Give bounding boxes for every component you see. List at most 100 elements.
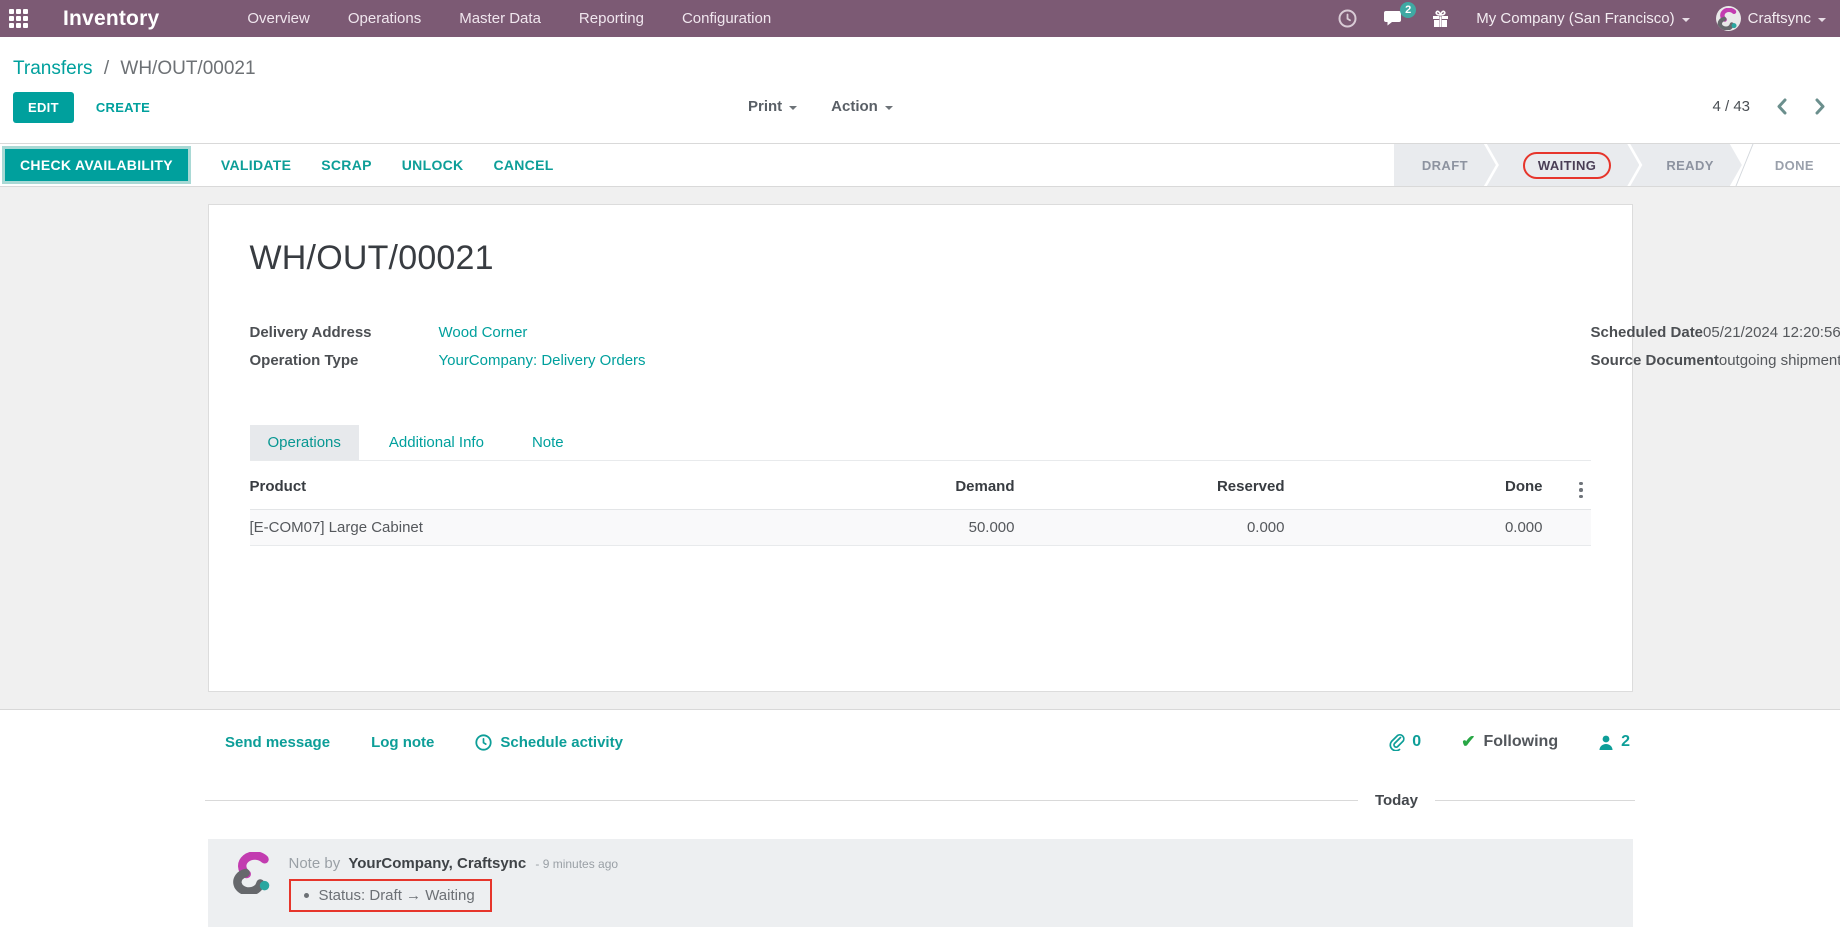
create-button[interactable]: CREATE bbox=[96, 100, 150, 115]
validate-button[interactable]: VALIDATE bbox=[221, 157, 291, 173]
field-groups: Delivery Address Wood Corner Operation T… bbox=[249, 324, 1840, 369]
messages-count-badge: 2 bbox=[1400, 2, 1417, 18]
cell-done[interactable]: 0.000 bbox=[1286, 509, 1545, 546]
message-avatar bbox=[232, 851, 274, 896]
attachments-button[interactable]: 0 bbox=[1388, 733, 1421, 751]
cell-product[interactable]: [E-COM07] Large Cabinet bbox=[249, 509, 787, 546]
check-availability-button[interactable]: CHECK AVAILABILITY bbox=[2, 146, 191, 184]
bullet-icon bbox=[303, 893, 309, 898]
status-stages: DRAFT WAITING READY DONE bbox=[1394, 144, 1840, 186]
tracking-message: Status: Draft → Waiting bbox=[318, 887, 475, 904]
cancel-button[interactable]: CANCEL bbox=[493, 157, 553, 173]
breadcrumb-current: WH/OUT/00021 bbox=[120, 58, 256, 79]
edit-button[interactable]: EDIT bbox=[13, 92, 74, 123]
log-note-button[interactable]: Log note bbox=[371, 734, 434, 751]
operations-table: Product Demand Reserved Done [E-COM07] L… bbox=[249, 463, 1591, 546]
source-document-value: outgoing shipment bbox=[1718, 352, 1840, 369]
column-done: Done bbox=[1286, 463, 1545, 510]
messages-icon[interactable]: 2 bbox=[1383, 2, 1417, 28]
pager-next-icon[interactable] bbox=[1815, 98, 1826, 115]
pager-count: 4 / 43 bbox=[1712, 98, 1750, 115]
scheduled-date-value: 05/21/2024 12:20:56 bbox=[1703, 324, 1840, 341]
stage-waiting-highlight: WAITING bbox=[1523, 152, 1611, 179]
clock-icon bbox=[475, 733, 492, 751]
stage-draft[interactable]: DRAFT bbox=[1394, 144, 1496, 186]
chevron-down-icon bbox=[884, 105, 893, 110]
stage-done[interactable]: DONE bbox=[1744, 144, 1840, 186]
person-icon bbox=[1599, 735, 1613, 750]
stage-waiting[interactable]: WAITING bbox=[1487, 144, 1639, 186]
action-label: Action bbox=[831, 98, 878, 115]
status-tracking-highlight: Status: Draft → Waiting bbox=[288, 879, 492, 912]
control-panel: EDIT CREATE Print Action 4 / 43 bbox=[0, 89, 1840, 137]
cell-demand[interactable]: 50.000 bbox=[786, 509, 1017, 546]
document-title: WH/OUT/00021 bbox=[249, 239, 494, 277]
user-menu[interactable]: Craftsync bbox=[1715, 6, 1826, 31]
operation-type-value[interactable]: YourCompany: Delivery Orders bbox=[439, 352, 646, 369]
optional-columns-icon[interactable] bbox=[1573, 480, 1589, 501]
operation-type-label: Operation Type bbox=[249, 352, 359, 369]
column-demand: Demand bbox=[786, 463, 1017, 510]
source-document-label: Source Document bbox=[1590, 352, 1719, 369]
chevron-down-icon bbox=[789, 105, 798, 110]
message-prefix: Note by bbox=[288, 855, 341, 872]
tab-operations[interactable]: Operations bbox=[249, 425, 359, 460]
notebook-tabs: Operations Additional Info Note bbox=[249, 425, 1591, 461]
company-switcher[interactable]: My Company (San Francisco) bbox=[1476, 10, 1690, 27]
top-right-tools: 2 My Company (San Francisco) Craftsync bbox=[1338, 2, 1840, 31]
inventory-transfer-page: Inventory Overview Operations Master Dat… bbox=[0, 0, 1840, 935]
chatter-divider bbox=[0, 709, 1840, 710]
pager-previous-icon[interactable] bbox=[1776, 98, 1787, 115]
delivery-address-value[interactable]: Wood Corner bbox=[439, 324, 528, 341]
stage-ready[interactable]: READY bbox=[1630, 144, 1742, 186]
menu-overview[interactable]: Overview bbox=[247, 10, 310, 27]
paperclip-icon bbox=[1389, 734, 1405, 751]
message-author: YourCompany, Craftsync bbox=[348, 855, 527, 872]
following-label: Following bbox=[1483, 733, 1559, 750]
activities-clock-icon[interactable] bbox=[1338, 9, 1357, 28]
column-reserved: Reserved bbox=[1016, 463, 1287, 510]
gift-icon[interactable] bbox=[1431, 9, 1450, 28]
chatter-message: Note by YourCompany, Craftsync - 9 minut… bbox=[207, 839, 1633, 927]
send-message-button[interactable]: Send message bbox=[225, 734, 330, 751]
form-content-area: WH/OUT/00021 Delivery Address Wood Corne… bbox=[0, 187, 1840, 709]
message-timestamp: - 9 minutes ago bbox=[535, 857, 619, 871]
company-name: My Company (San Francisco) bbox=[1476, 10, 1675, 27]
attachments-count: 0 bbox=[1412, 733, 1422, 750]
record-pager: 4 / 43 bbox=[1712, 98, 1826, 115]
schedule-activity-label: Schedule activity bbox=[500, 733, 623, 751]
unlock-button[interactable]: UNLOCK bbox=[402, 157, 464, 173]
form-statusbar: CHECK AVAILABILITY VALIDATE SCRAP UNLOCK… bbox=[0, 143, 1840, 187]
top-menu: Overview Operations Master Data Reportin… bbox=[247, 10, 771, 27]
menu-reporting[interactable]: Reporting bbox=[579, 10, 644, 27]
user-avatar bbox=[1715, 6, 1741, 31]
stage-ready-label: READY bbox=[1666, 157, 1714, 173]
chevron-down-icon bbox=[1681, 17, 1690, 22]
following-button[interactable]: ✔ Following bbox=[1461, 732, 1558, 752]
date-divider: Today bbox=[0, 792, 1840, 809]
cell-reserved[interactable]: 0.000 bbox=[1016, 509, 1287, 546]
column-product: Product bbox=[249, 463, 787, 510]
date-divider-label: Today bbox=[1374, 792, 1418, 809]
breadcrumb-transfers-link[interactable]: Transfers bbox=[13, 58, 93, 79]
menu-configuration[interactable]: Configuration bbox=[682, 10, 771, 27]
scrap-button[interactable]: SCRAP bbox=[321, 157, 372, 173]
tab-note[interactable]: Note bbox=[514, 425, 582, 460]
app-title: Inventory bbox=[63, 6, 160, 30]
menu-operations[interactable]: Operations bbox=[348, 10, 421, 27]
apps-menu-icon[interactable] bbox=[9, 8, 29, 29]
chevron-down-icon bbox=[1818, 17, 1826, 22]
table-row[interactable]: [E-COM07] Large Cabinet 50.000 0.000 0.0… bbox=[249, 509, 1591, 546]
print-label: Print bbox=[748, 98, 783, 115]
breadcrumb: Transfers / WH/OUT/00021 bbox=[0, 37, 1840, 80]
stage-draft-label: DRAFT bbox=[1421, 157, 1468, 173]
tab-additional-info[interactable]: Additional Info bbox=[371, 425, 502, 460]
schedule-activity-button[interactable]: Schedule activity bbox=[475, 734, 623, 751]
action-dropdown[interactable]: Action bbox=[831, 98, 893, 115]
print-dropdown[interactable]: Print bbox=[748, 98, 798, 115]
menu-master-data[interactable]: Master Data bbox=[459, 10, 541, 27]
breadcrumb-separator: / bbox=[103, 58, 110, 79]
check-icon: ✔ bbox=[1461, 732, 1476, 751]
followers-button[interactable]: 2 bbox=[1598, 733, 1630, 751]
user-name: Craftsync bbox=[1747, 10, 1811, 27]
